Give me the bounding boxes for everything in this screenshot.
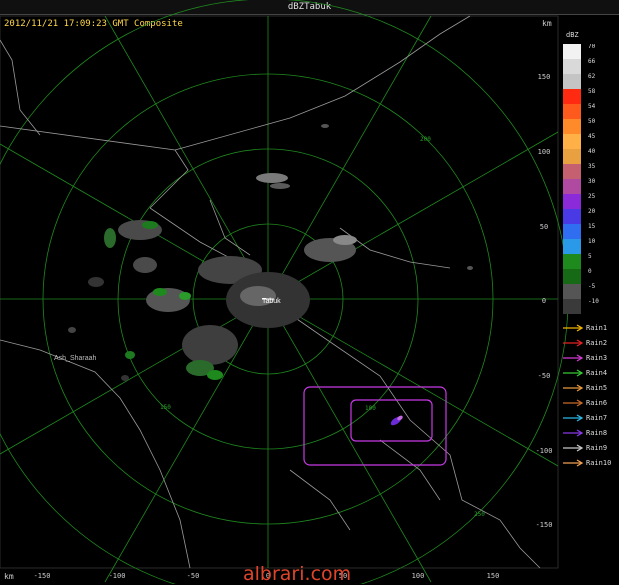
colorbar-swatch [563, 179, 581, 194]
colorbar-label: 0 [588, 268, 592, 275]
y-tick: 100 [538, 148, 551, 156]
ring-label: 250 [474, 511, 485, 518]
arrow-icon [563, 413, 584, 422]
colorbar-swatch [563, 44, 581, 59]
legend-item-rain5[interactable]: Rain5 [562, 380, 618, 395]
legend-item-rain1[interactable]: Rain1 [562, 320, 618, 335]
legend-label: Rain3 [586, 353, 608, 362]
legend-label: Rain1 [586, 323, 608, 332]
y-tick: 0 [542, 297, 546, 305]
station-label: Tabuk [262, 298, 281, 305]
colorbar-swatch [563, 299, 581, 314]
legend-item-rain2[interactable]: Rain2 [562, 335, 618, 350]
legend-item-rain3[interactable]: Rain3 [562, 350, 618, 365]
alert-box-inner[interactable] [350, 399, 433, 442]
y-tick: -150 [536, 521, 553, 529]
colorbar-label: 40 [588, 148, 596, 155]
colorbar-swatch [563, 74, 581, 89]
legend-label: Rain6 [586, 398, 608, 407]
legend-label: Rain5 [586, 383, 608, 392]
colorbar-swatch [563, 134, 581, 149]
x-tick: -50 [187, 572, 200, 580]
colorbar-swatch [563, 104, 581, 119]
y-tick: -50 [538, 372, 551, 380]
x-tick: 150 [487, 572, 500, 580]
colorbar-label: 66 [588, 58, 596, 65]
colorbar-label: -10 [588, 298, 599, 305]
legend-item-rain8[interactable]: Rain8 [562, 425, 618, 440]
colorbar-swatch [563, 254, 581, 269]
arrow-icon [563, 428, 584, 437]
arrow-icon [563, 338, 584, 347]
y-tick: 50 [540, 223, 548, 231]
arrow-icon [563, 458, 584, 467]
colorbar-swatch [563, 194, 581, 209]
legend-item-rain7[interactable]: Rain7 [562, 410, 618, 425]
colorbar-swatch [563, 149, 581, 164]
y-axis-ticks: 150 100 50 0 -50 -100 -150 [536, 73, 553, 529]
x-tick: -100 [109, 572, 126, 580]
arrow-icon [563, 383, 584, 392]
colorbar-label: -5 [588, 283, 596, 290]
colorbar-label: 20 [588, 208, 596, 215]
ring-label: 150 [160, 404, 171, 411]
legend-item-rain4[interactable]: Rain4 [562, 365, 618, 380]
legend-label: Rain2 [586, 338, 608, 347]
legend-label: Rain10 [586, 458, 612, 467]
arrow-icon [563, 443, 584, 452]
colorbar-label: 10 [588, 238, 596, 245]
colorbar-swatch [563, 284, 581, 299]
colorbar-swatch [563, 119, 581, 134]
colorbar-swatch [563, 59, 581, 74]
colorbar: 706662585450454035302520151050-5-10 [563, 44, 599, 314]
arrow-icon [563, 368, 584, 377]
x-tick: 100 [412, 572, 425, 580]
colorbar-swatch [563, 224, 581, 239]
colorbar-label: 45 [588, 133, 596, 140]
colorbar-label: 30 [588, 178, 596, 185]
colorbar-swatch [563, 209, 581, 224]
colorbar-title: dBZ [566, 31, 579, 39]
colorbar-label: 62 [588, 73, 596, 80]
legend-label: Rain7 [586, 413, 608, 422]
watermark: albrari.com [243, 563, 352, 585]
place-label: Ash_Sharaah [54, 355, 97, 362]
ring-label: 100 [365, 405, 376, 412]
arrow-icon [563, 323, 584, 332]
colorbar-label: 25 [588, 193, 596, 200]
colorbar-label: 5 [588, 253, 592, 260]
radar-display[interactable]: Tabuk Ash_Sharaah 100 150 200 250 -150 -… [0, 0, 619, 584]
rain-legend: Rain1 Rain2 Rain3 Rain4 Rain5 Rain6 Rain7 Rain8… [562, 320, 618, 470]
legend-item-rain9[interactable]: Rain9 [562, 440, 618, 455]
colorbar-label: 70 [588, 44, 596, 50]
colorbar-label: 58 [588, 88, 596, 95]
colorbar-label: 15 [588, 223, 596, 230]
colorbar-swatch [563, 89, 581, 104]
y-tick: -100 [536, 447, 553, 455]
colorbar-label: 35 [588, 163, 596, 170]
ring-label: 200 [420, 136, 431, 143]
arrow-icon [563, 398, 584, 407]
y-tick: 150 [538, 73, 551, 81]
colorbar-label: 54 [588, 103, 596, 110]
x-tick: -150 [34, 572, 51, 580]
colorbar-swatch [563, 239, 581, 254]
legend-item-rain10[interactable]: Rain10 [562, 455, 618, 470]
legend-label: Rain8 [586, 428, 608, 437]
colorbar-swatch [563, 164, 581, 179]
legend-item-rain6[interactable]: Rain6 [562, 395, 618, 410]
unit-label-bottom: km [4, 572, 14, 581]
arrow-icon [563, 353, 584, 362]
colorbar-swatch [563, 269, 581, 284]
colorbar-label: 50 [588, 118, 596, 125]
legend-label: Rain4 [586, 368, 608, 377]
legend-label: Rain9 [586, 443, 608, 452]
